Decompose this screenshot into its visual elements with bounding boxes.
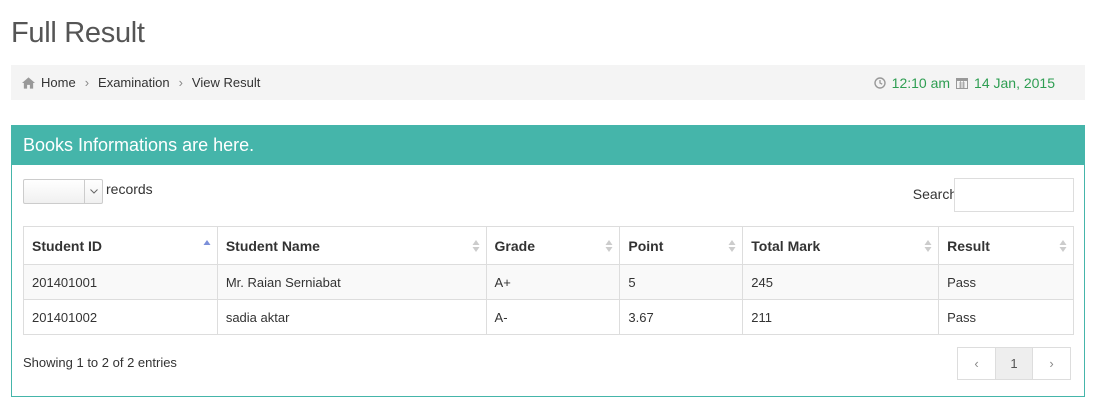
cell-total-mark: 211	[742, 299, 940, 335]
previous-page-button[interactable]: ‹	[957, 347, 996, 380]
records-label: records	[106, 181, 153, 197]
cell-result: Pass	[938, 299, 1074, 335]
cell-point: 5	[619, 264, 744, 300]
table-row: 201401001 Mr. Raian Serniabat A+ 5 245 P…	[23, 264, 1074, 300]
sort-asc-icon	[203, 240, 211, 245]
breadcrumb-home-label: Home	[41, 75, 76, 90]
column-header-grade[interactable]: Grade	[485, 226, 621, 265]
sort-both-icon	[728, 240, 736, 252]
column-header-label: Result	[947, 237, 990, 254]
breadcrumb-separator: ›	[178, 75, 183, 90]
search-input[interactable]	[954, 178, 1074, 212]
cell-student-id: 201401001	[23, 264, 218, 300]
page-button-1[interactable]: 1	[995, 347, 1033, 380]
cell-total-mark: 245	[742, 264, 940, 300]
breadcrumb-examination[interactable]: Examination	[98, 75, 170, 90]
cell-grade: A+	[485, 264, 621, 300]
clock-icon	[873, 76, 886, 89]
sort-both-icon	[605, 240, 613, 252]
sort-both-icon	[472, 240, 480, 252]
calendar-icon	[956, 77, 969, 89]
column-header-label: Student Name	[225, 237, 320, 254]
sort-both-icon	[1059, 240, 1067, 252]
results-panel: Books Informations are here. records Sea…	[11, 125, 1085, 397]
column-header-result[interactable]: Result	[938, 226, 1074, 265]
column-header-point[interactable]: Point	[619, 226, 744, 265]
chevron-down-icon	[89, 189, 98, 194]
column-header-label: Total Mark	[751, 237, 821, 254]
results-table: Student ID Student Name Grade Point Tota…	[23, 226, 1074, 335]
cell-student-id: 201401002	[23, 299, 218, 335]
page-title: Full Result	[11, 17, 145, 49]
column-header-label: Grade	[494, 237, 535, 254]
breadcrumb-separator: ›	[84, 75, 90, 90]
table-row: 201401002 sadia aktar A- 3.67 211 Pass	[23, 299, 1074, 335]
datetime: 12:10 am 14 Jan, 2015	[873, 65, 1055, 100]
table-header-row: Student ID Student Name Grade Point Tota…	[23, 226, 1074, 265]
current-time: 12:10 am	[891, 74, 951, 91]
breadcrumb-view-result: View Result	[191, 75, 261, 90]
pagination: ‹ 1 ›	[957, 347, 1071, 380]
column-header-label: Point	[628, 237, 664, 254]
home-icon	[22, 76, 35, 89]
cell-student-name: Mr. Raian Serniabat	[216, 264, 487, 300]
panel-heading: Books Informations are here.	[12, 126, 1084, 165]
next-page-button[interactable]: ›	[1032, 347, 1071, 380]
column-header-student-name[interactable]: Student Name	[216, 226, 487, 265]
current-date: 14 Jan, 2015	[974, 74, 1055, 91]
column-header-student-id[interactable]: Student ID	[23, 226, 218, 265]
cell-student-name: sadia aktar	[216, 299, 487, 335]
breadcrumb: Home › Examination › View Result 12:10 a…	[11, 65, 1085, 100]
column-header-label: Student ID	[32, 237, 102, 254]
sort-both-icon	[924, 240, 932, 252]
records-per-page-select[interactable]	[23, 179, 103, 204]
column-header-total-mark[interactable]: Total Mark	[742, 226, 940, 265]
breadcrumb-home[interactable]: Home	[22, 75, 76, 90]
table-info: Showing 1 to 2 of 2 entries	[23, 355, 177, 370]
cell-point: 3.67	[619, 299, 744, 335]
cell-result: Pass	[938, 264, 1074, 300]
cell-grade: A-	[485, 299, 621, 335]
